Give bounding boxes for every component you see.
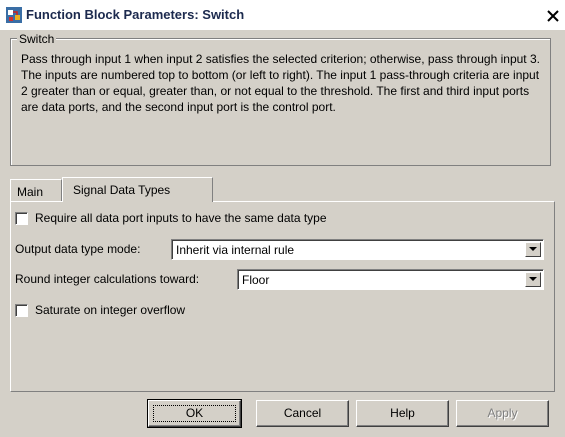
tab-signal-data-types[interactable]: Signal Data Types <box>62 177 213 202</box>
tab-main-label: Main <box>17 185 44 199</box>
saturate-label: Saturate on integer overflow <box>35 303 186 317</box>
apply-button-label: Apply <box>487 406 518 420</box>
close-icon[interactable] <box>546 9 560 23</box>
tab-main[interactable]: Main <box>10 179 62 201</box>
apply-button[interactable]: Apply <box>456 400 549 427</box>
chevron-down-icon[interactable] <box>525 242 541 257</box>
signal-data-types-panel: Require all data port inputs to have the… <box>10 201 555 392</box>
help-button-label: Help <box>390 406 415 420</box>
tab-signal-data-types-label: Signal Data Types <box>73 183 171 197</box>
output-mode-dropdown[interactable]: Inherit via internal rule <box>171 239 544 260</box>
group-legend: Switch <box>17 32 57 46</box>
title-bar[interactable]: Function Block Parameters: Switch <box>0 0 565 31</box>
require-same-type-label: Require all data port inputs to have the… <box>35 211 327 225</box>
saturate-checkbox[interactable] <box>15 304 28 317</box>
rounding-value: Floor <box>242 273 270 287</box>
block-description: Pass through input 1 when input 2 satisf… <box>21 52 540 114</box>
output-mode-label: Output data type mode: <box>15 242 141 256</box>
window-title: Function Block Parameters: Switch <box>26 7 245 22</box>
rounding-dropdown[interactable]: Floor <box>237 269 544 290</box>
help-button[interactable]: Help <box>356 400 449 427</box>
require-same-type-checkbox[interactable] <box>15 212 28 225</box>
ok-button[interactable]: OK <box>147 399 242 428</box>
chevron-down-icon[interactable] <box>525 272 541 287</box>
block-description-group: Switch Pass through input 1 when input 2… <box>10 32 551 166</box>
dialog-body: Switch Pass through input 1 when input 2… <box>0 30 565 437</box>
focus-indicator <box>153 405 236 422</box>
cancel-button[interactable]: Cancel <box>256 400 349 427</box>
tab-strip: Main Signal Data Types <box>10 177 555 202</box>
cancel-button-label: Cancel <box>283 406 322 420</box>
simulink-block-icon <box>6 7 22 23</box>
rounding-label: Round integer calculations toward: <box>15 272 200 286</box>
output-mode-value: Inherit via internal rule <box>176 243 295 257</box>
